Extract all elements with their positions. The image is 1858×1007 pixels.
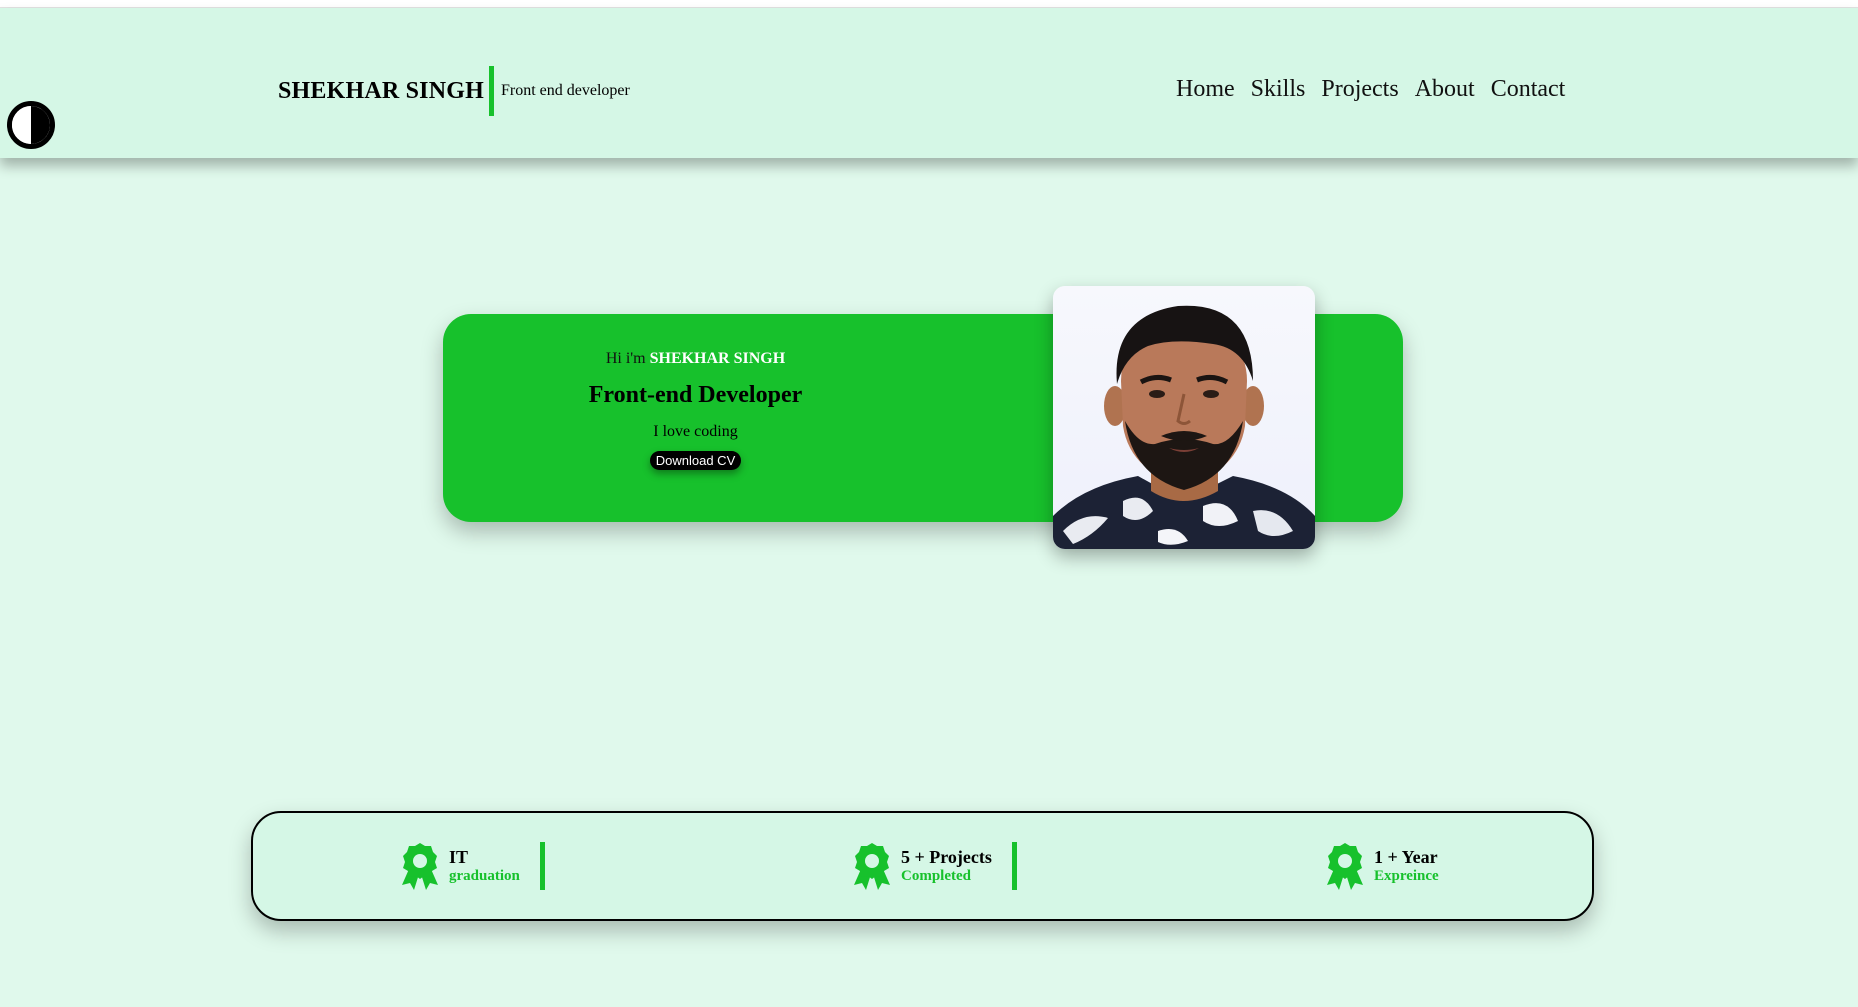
nav-skills[interactable]: Skills (1251, 76, 1306, 103)
stat-subtitle: Completed (901, 867, 971, 884)
nav-projects[interactable]: Projects (1321, 76, 1398, 103)
award-icon (402, 843, 438, 890)
stat-projects: 5 + Projects Completed (851, 841, 1017, 891)
stat-subtitle: Expreince (1374, 867, 1439, 884)
site-header: SHEKHAR SINGH Front end developer Home S… (0, 8, 1858, 158)
nav-contact[interactable]: Contact (1491, 76, 1566, 103)
hero-greeting-prefix: Hi i'm (605, 350, 646, 367)
portrait-image (1053, 305, 1315, 549)
hero-greeting-name: SHEKHAR SINGH (649, 350, 786, 367)
stat-title: IT (449, 846, 469, 867)
browser-top-edge (0, 0, 1858, 8)
hero-greeting: Hi i'm SHEKHAR SINGH (563, 350, 828, 368)
hero-subtitle: I love coding (653, 423, 738, 440)
stat-title: 5 + Projects (901, 846, 992, 867)
stat-title: 1 + Year (1374, 846, 1438, 867)
brand-name: SHEKHAR SINGH (278, 77, 484, 104)
download-cv-button[interactable]: Download CV (649, 451, 742, 470)
brand: SHEKHAR SINGH Front end developer (278, 65, 630, 117)
theme-toggle-icon[interactable] (7, 101, 55, 149)
nav-about[interactable]: About (1415, 76, 1475, 103)
profile-photo (1053, 286, 1315, 549)
stat-graduation: IT graduation (399, 841, 545, 891)
brand-tagline: Front end developer (500, 82, 630, 99)
stat-divider (539, 842, 545, 890)
main-nav: Home Skills Projects About Contact (1176, 76, 1565, 103)
stats-panel: IT graduation 5 + Projects Completed 1 +… (251, 811, 1594, 921)
stat-subtitle: graduation (449, 867, 520, 884)
nav-home[interactable]: Home (1176, 76, 1235, 103)
award-icon (854, 843, 890, 890)
hero-text: Hi i'm SHEKHAR SINGH Front-end Developer… (563, 350, 828, 470)
stat-experience: 1 + Year Expreince (1324, 841, 1439, 891)
stat-divider (1011, 842, 1017, 890)
award-icon (1327, 843, 1363, 890)
brand-divider (488, 66, 494, 116)
hero-title: Front-end Developer (588, 382, 803, 408)
